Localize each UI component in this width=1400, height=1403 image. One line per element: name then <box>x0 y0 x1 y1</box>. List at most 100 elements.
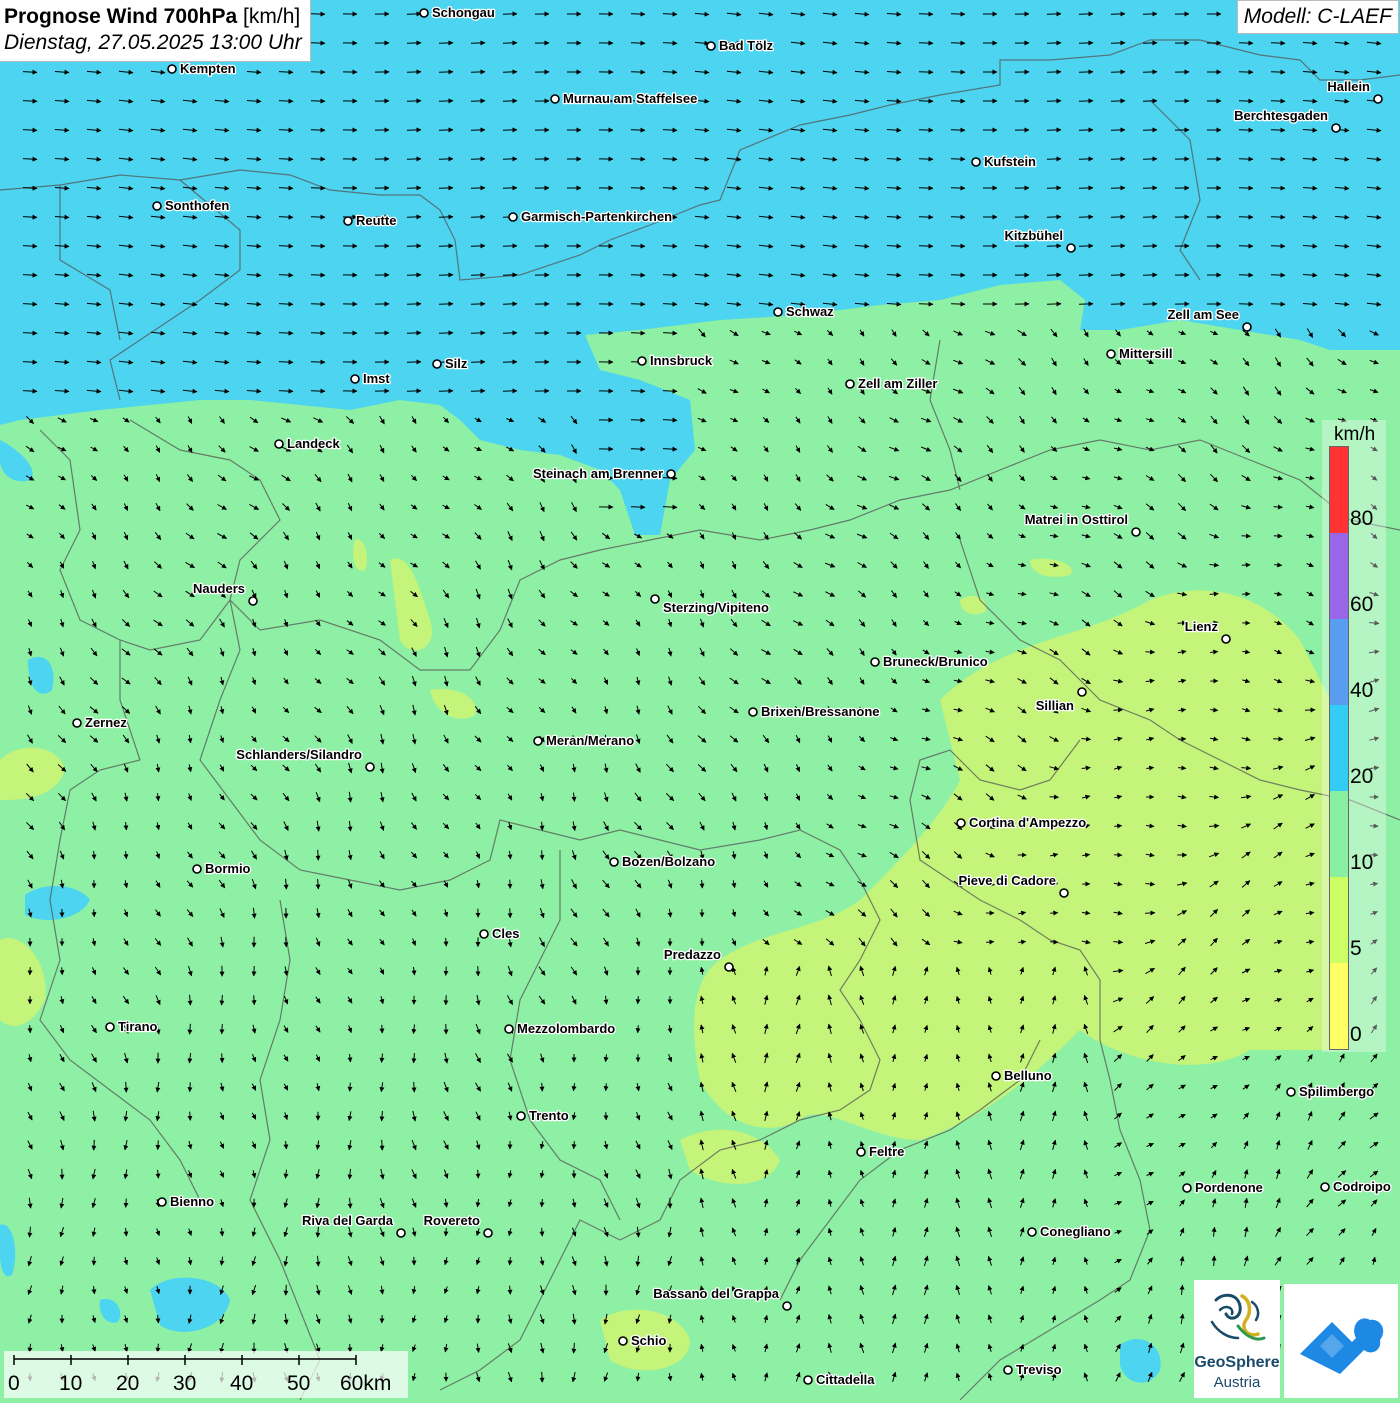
wind-map[interactable]: SchongauBad TölzKemptenMurnau am Staffel… <box>0 0 1400 1400</box>
city-marker-icon <box>106 1023 114 1031</box>
city-label: Mezzolombardo <box>517 1021 615 1036</box>
wind-arrow <box>446 1228 447 1236</box>
city-label: Schlanders/Silandro <box>236 747 362 762</box>
wind-arrow <box>919 246 933 247</box>
wind-arrow <box>222 1053 223 1062</box>
wind-arrow <box>1271 217 1285 218</box>
city-marker-icon <box>846 380 854 388</box>
city-label: Sonthofen <box>165 198 229 213</box>
map-title-main: Prognose Wind 700hPa <box>4 5 237 28</box>
wind-arrow <box>919 188 933 189</box>
wind-arrow <box>510 908 511 917</box>
wind-arrow <box>446 938 447 946</box>
city-marker-icon <box>667 470 675 478</box>
city-marker-icon <box>397 1229 405 1237</box>
city-label: Steinach am Brenner <box>533 466 663 481</box>
city-marker-icon <box>1004 1366 1012 1374</box>
city-marker-icon <box>1067 244 1075 252</box>
wind-arrow <box>919 72 933 73</box>
city-label: Spilimbergo <box>1299 1084 1374 1099</box>
city-marker-icon <box>433 360 441 368</box>
wind-arrow <box>126 1199 127 1208</box>
wind-arrow <box>1050 942 1058 943</box>
wind-arrow <box>631 333 645 334</box>
scale-label-30: 30 <box>173 1372 196 1396</box>
city-label: Bassano del Grappa <box>653 1286 779 1301</box>
wind-arrow <box>1145 652 1154 653</box>
city-label: Riva del Garda <box>302 1213 394 1228</box>
wind-arrow <box>254 995 255 1004</box>
geosphere-country: Austria <box>1194 1374 1280 1391</box>
wind-arrow <box>631 507 645 508</box>
geosphere-logo[interactable]: GeoSphere Austria <box>1194 1280 1280 1398</box>
map-title-unit: [km/h] <box>243 5 300 28</box>
wind-arrow <box>919 14 933 15</box>
wind-arrow <box>1271 72 1285 73</box>
wind-arrow <box>919 43 933 44</box>
scale-label-40: 40 <box>230 1372 253 1396</box>
city-marker-icon <box>1332 124 1340 132</box>
scale-label-50: 50 <box>287 1372 310 1396</box>
wind-arrow <box>542 1228 543 1236</box>
legend-tick-0: 0 <box>1350 1023 1362 1047</box>
city-marker-icon <box>517 1112 525 1120</box>
wind-arrow <box>286 1285 287 1295</box>
legend-seg-40-60 <box>1330 619 1348 705</box>
city-label: Treviso <box>1016 1362 1062 1377</box>
city-label: Schwaz <box>786 304 834 319</box>
city-label: Kitzbühel <box>1005 228 1064 243</box>
city-marker-icon <box>484 1229 492 1237</box>
city-label: Pordenone <box>1195 1180 1263 1195</box>
scale-label-60km: 60km <box>340 1372 391 1396</box>
legend-seg-5-10 <box>1330 877 1348 963</box>
legend-seg-80-plus <box>1330 447 1348 533</box>
wind-arrow <box>414 1082 415 1092</box>
city-label: Bienno <box>170 1194 214 1209</box>
wind-arrow <box>94 909 95 916</box>
city-label: Meran/Merano <box>546 733 634 748</box>
wind-arrow <box>919 159 933 160</box>
city-marker-icon <box>509 213 517 221</box>
wind-arrow <box>94 1257 95 1265</box>
legend-tick-40: 40 <box>1350 679 1373 703</box>
legend-tick-5: 5 <box>1350 937 1362 961</box>
wind-arrow <box>631 391 645 392</box>
scale-label-20: 20 <box>116 1372 139 1396</box>
city-marker-icon <box>551 95 559 103</box>
legend-seg-10-20 <box>1330 791 1348 877</box>
scale-label-10: 10 <box>59 1372 82 1396</box>
city-label: Reutte <box>356 213 396 228</box>
model-label: Modell: C-LAEF <box>1237 0 1399 34</box>
city-label: Sillian <box>1036 698 1074 713</box>
city-label: Cles <box>492 926 519 941</box>
wind-arrow <box>318 850 319 860</box>
geosphere-swirl-icon <box>1194 1282 1280 1356</box>
wind-arrow <box>631 420 645 421</box>
wind-arrow <box>631 43 645 44</box>
city-marker-icon <box>534 737 542 745</box>
city-label: Conegliano <box>1040 1224 1111 1239</box>
city-marker-icon <box>1374 95 1382 103</box>
city-label: Imst <box>363 371 390 386</box>
wind-arrow <box>1271 159 1285 160</box>
city-marker-icon <box>1287 1088 1295 1096</box>
city-label: Lienz <box>1185 619 1219 634</box>
city-marker-icon <box>783 1302 791 1310</box>
city-label: Zell am Ziller <box>858 376 937 391</box>
city-marker-icon <box>1107 350 1115 358</box>
city-label: Mittersill <box>1119 346 1172 361</box>
city-label: Brixen/Bressanone <box>761 704 880 719</box>
legend-seg-60-80 <box>1330 533 1348 619</box>
wind-arrow <box>1145 913 1155 914</box>
wind-arrow <box>1242 536 1251 537</box>
wind-arrow <box>158 1140 159 1149</box>
city-label: Feltre <box>869 1144 904 1159</box>
wind-arrow <box>542 1372 543 1382</box>
wind-arrow <box>631 246 645 247</box>
weather-app-logo[interactable] <box>1284 1284 1398 1398</box>
city-marker-icon <box>972 158 980 166</box>
city-label: Schio <box>631 1333 666 1348</box>
city-marker-icon <box>725 963 733 971</box>
map-title-box: Prognose Wind 700hPa [km/h] Dienstag, 27… <box>0 0 311 62</box>
city-label: Garmisch-Partenkirchen <box>521 209 672 224</box>
